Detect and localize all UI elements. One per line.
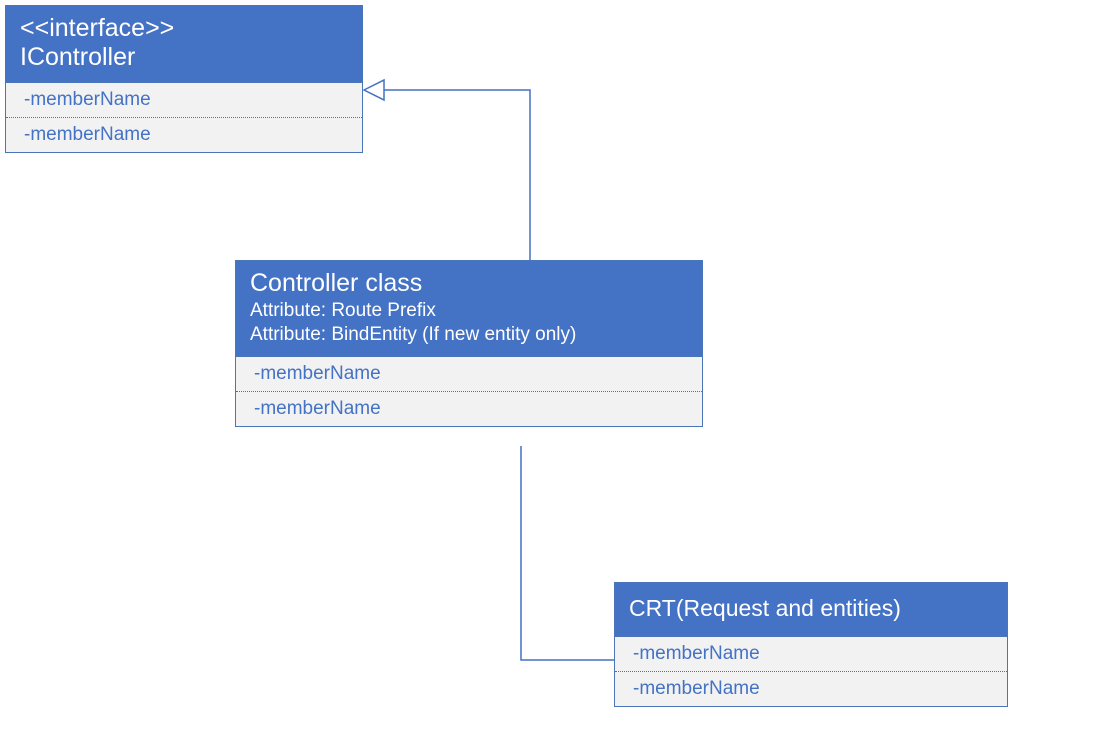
uml-controller-title: Controller class <box>250 269 688 298</box>
uml-member: -memberName <box>6 118 362 152</box>
uml-crt-box: CRT(Request and entities) -memberName -m… <box>614 582 1008 707</box>
uml-stereotype: <<interface>> <box>20 14 348 43</box>
uml-crt-members: -memberName -memberName <box>615 636 1007 706</box>
uml-interface-members: -memberName -memberName <box>6 82 362 152</box>
uml-member: -memberName <box>6 83 362 118</box>
uml-interface-title: IController <box>20 43 348 72</box>
uml-controller-attr: Attribute: Route Prefix <box>250 300 688 322</box>
connector-realization <box>364 80 530 260</box>
uml-member: -memberName <box>615 672 1007 706</box>
uml-controller-header: Controller class Attribute: Route Prefix… <box>236 261 702 356</box>
uml-crt-title: CRT(Request and entities) <box>629 595 993 622</box>
uml-interface-box: <<interface>> IController -memberName -m… <box>5 5 363 153</box>
uml-crt-header: CRT(Request and entities) <box>615 583 1007 636</box>
uml-controller-box: Controller class Attribute: Route Prefix… <box>235 260 703 427</box>
uml-controller-members: -memberName -memberName <box>236 356 702 426</box>
connector-association <box>521 446 614 660</box>
uml-controller-attr: Attribute: BindEntity (If new entity onl… <box>250 324 688 346</box>
uml-interface-header: <<interface>> IController <box>6 6 362 82</box>
uml-member: -memberName <box>236 357 702 392</box>
uml-member: -memberName <box>236 392 702 426</box>
uml-member: -memberName <box>615 637 1007 672</box>
